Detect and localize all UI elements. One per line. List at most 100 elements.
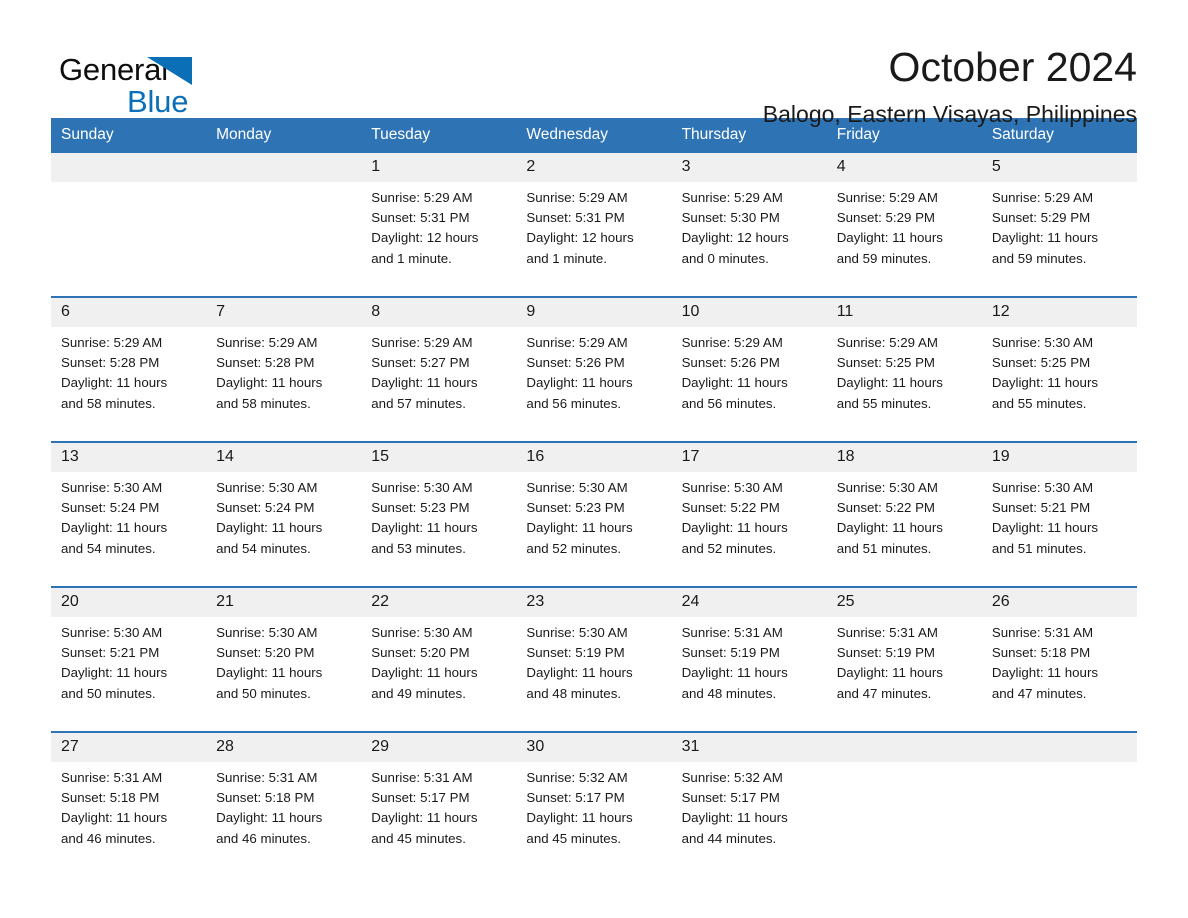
day-number[interactable]: 20: [51, 586, 207, 617]
day-number: [826, 731, 982, 762]
day-number[interactable]: 26: [981, 586, 1137, 617]
sunrise-text: Sunrise: 5:30 AM: [371, 625, 473, 640]
sunset-text: Sunset: 5:29 PM: [991, 210, 1091, 226]
day-cell[interactable]: Sunrise: 5:31 AM Sunset: 5:17 PM Dayligh…: [361, 762, 517, 876]
day-number[interactable]: 11: [826, 296, 982, 327]
sunrise-text: Sunrise: 5:30 AM: [526, 480, 628, 495]
sunset-text: Sunset: 5:30 PM: [681, 210, 780, 226]
day-cell[interactable]: Sunrise: 5:30 AM Sunset: 5:20 PM Dayligh…: [206, 617, 362, 732]
sunrise-text: Sunrise: 5:30 AM: [61, 480, 163, 495]
day-number[interactable]: 21: [206, 586, 362, 617]
sunset-text: Sunset: 5:19 PM: [526, 645, 625, 661]
sunset-text: Sunset: 5:29 PM: [836, 210, 936, 226]
day-number[interactable]: 9: [516, 296, 672, 327]
daylight-text-line2: and 58 minutes.: [216, 395, 311, 411]
day-number[interactable]: 30: [516, 731, 672, 762]
daylight-text-line1: Daylight: 11 hours: [526, 810, 633, 826]
day-cell[interactable]: Sunrise: 5:30 AM Sunset: 5:24 PM Dayligh…: [206, 472, 362, 587]
day-number[interactable]: 8: [361, 296, 517, 327]
daylight-text-line1: Daylight: 11 hours: [681, 665, 788, 681]
day-number[interactable]: 27: [51, 731, 207, 762]
day-cell[interactable]: Sunrise: 5:29 AM Sunset: 5:30 PM Dayligh…: [671, 182, 827, 297]
day-cell[interactable]: Sunrise: 5:30 AM Sunset: 5:19 PM Dayligh…: [516, 617, 672, 732]
sunrise-text: Sunrise: 5:30 AM: [836, 480, 938, 495]
day-number[interactable]: 5: [981, 153, 1137, 182]
day-cell[interactable]: Sunrise: 5:30 AM Sunset: 5:21 PM Dayligh…: [51, 617, 207, 732]
day-cell[interactable]: Sunrise: 5:29 AM Sunset: 5:26 PM Dayligh…: [671, 327, 827, 442]
day-number: [51, 153, 207, 182]
sunrise-text: Sunrise: 5:29 AM: [526, 190, 628, 205]
day-number[interactable]: 25: [826, 586, 982, 617]
day-cell[interactable]: Sunrise: 5:31 AM Sunset: 5:18 PM Dayligh…: [981, 617, 1137, 732]
sunrise-text: Sunrise: 5:29 AM: [836, 190, 938, 205]
day-number[interactable]: 18: [826, 441, 982, 472]
sunset-text: Sunset: 5:21 PM: [61, 645, 160, 661]
day-number[interactable]: 14: [206, 441, 362, 472]
day-cell[interactable]: Sunrise: 5:31 AM Sunset: 5:19 PM Dayligh…: [826, 617, 982, 732]
day-cell[interactable]: Sunrise: 5:29 AM Sunset: 5:27 PM Dayligh…: [361, 327, 517, 442]
day-number[interactable]: 3: [671, 153, 827, 182]
day-cell[interactable]: Sunrise: 5:30 AM Sunset: 5:20 PM Dayligh…: [361, 617, 517, 732]
daylight-text-line2: and 1 minute.: [371, 250, 452, 266]
day-cell[interactable]: Sunrise: 5:31 AM Sunset: 5:18 PM Dayligh…: [206, 762, 362, 876]
daylight-text-line2: and 49 minutes.: [371, 685, 466, 701]
day-cell[interactable]: Sunrise: 5:29 AM Sunset: 5:29 PM Dayligh…: [826, 182, 982, 297]
day-number[interactable]: 17: [671, 441, 827, 472]
day-number[interactable]: 2: [516, 153, 672, 182]
day-number[interactable]: 4: [826, 153, 982, 182]
day-cell[interactable]: Sunrise: 5:29 AM Sunset: 5:25 PM Dayligh…: [826, 327, 982, 442]
page-title: October 2024: [888, 44, 1137, 90]
day-number[interactable]: 7: [206, 296, 362, 327]
daylight-text-line2: and 48 minutes.: [526, 685, 622, 701]
day-cell[interactable]: Sunrise: 5:29 AM Sunset: 5:29 PM Dayligh…: [981, 182, 1137, 297]
day-number[interactable]: 13: [51, 441, 207, 472]
day-cell[interactable]: Sunrise: 5:29 AM Sunset: 5:28 PM Dayligh…: [206, 327, 362, 442]
day-number[interactable]: 1: [361, 153, 517, 182]
day-number[interactable]: 6: [51, 296, 207, 327]
daylight-text-line1: Daylight: 11 hours: [371, 520, 478, 536]
day-number[interactable]: 22: [361, 586, 517, 617]
sunrise-text: Sunrise: 5:31 AM: [681, 625, 783, 640]
daylight-text-line1: Daylight: 12 hours: [681, 230, 789, 246]
day-cell-empty: [51, 182, 207, 297]
day-cell[interactable]: Sunrise: 5:29 AM Sunset: 5:31 PM Dayligh…: [516, 182, 672, 297]
daylight-text-line1: Daylight: 11 hours: [836, 230, 943, 246]
daylight-text-line1: Daylight: 11 hours: [61, 665, 168, 681]
day-cell[interactable]: Sunrise: 5:32 AM Sunset: 5:17 PM Dayligh…: [516, 762, 672, 876]
day-cell[interactable]: Sunrise: 5:30 AM Sunset: 5:23 PM Dayligh…: [361, 472, 517, 587]
location-subtitle: Balogo, Eastern Visayas, Philippines: [762, 101, 1137, 128]
day-cell[interactable]: Sunrise: 5:30 AM Sunset: 5:22 PM Dayligh…: [671, 472, 827, 587]
calendar-body: 1 2 3 4 5 Sunrise: 5:29 AM Sunset: 5:31 …: [51, 153, 1137, 876]
day-cell[interactable]: Sunrise: 5:32 AM Sunset: 5:17 PM Dayligh…: [671, 762, 827, 876]
day-number[interactable]: 31: [671, 731, 827, 762]
day-cell[interactable]: Sunrise: 5:31 AM Sunset: 5:19 PM Dayligh…: [671, 617, 827, 732]
day-number[interactable]: 16: [516, 441, 672, 472]
day-cell[interactable]: Sunrise: 5:29 AM Sunset: 5:26 PM Dayligh…: [516, 327, 672, 442]
day-number[interactable]: 23: [516, 586, 672, 617]
day-number[interactable]: 24: [671, 586, 827, 617]
day-number[interactable]: 28: [206, 731, 362, 762]
day-cell[interactable]: Sunrise: 5:29 AM Sunset: 5:31 PM Dayligh…: [361, 182, 517, 297]
sunrise-text: Sunrise: 5:29 AM: [991, 190, 1094, 205]
day-cell[interactable]: Sunrise: 5:29 AM Sunset: 5:28 PM Dayligh…: [51, 327, 207, 442]
day-number[interactable]: 12: [981, 296, 1137, 327]
day-number[interactable]: 29: [361, 731, 517, 762]
sunrise-text: Sunrise: 5:29 AM: [371, 335, 473, 350]
day-cell[interactable]: Sunrise: 5:30 AM Sunset: 5:22 PM Dayligh…: [826, 472, 982, 587]
day-cell[interactable]: Sunrise: 5:30 AM Sunset: 5:24 PM Dayligh…: [51, 472, 207, 587]
day-number[interactable]: 15: [361, 441, 517, 472]
daylight-text-line2: and 54 minutes.: [216, 540, 311, 556]
daylight-text-line2: and 50 minutes.: [216, 685, 311, 701]
day-cell[interactable]: Sunrise: 5:30 AM Sunset: 5:23 PM Dayligh…: [516, 472, 672, 587]
sunset-text: Sunset: 5:22 PM: [681, 500, 780, 516]
sunrise-text: Sunrise: 5:30 AM: [991, 480, 1094, 495]
daylight-text-line2: and 57 minutes.: [371, 395, 466, 411]
week-detail-row: Sunrise: 5:30 AM Sunset: 5:24 PM Dayligh…: [51, 472, 1137, 587]
day-cell[interactable]: Sunrise: 5:31 AM Sunset: 5:18 PM Dayligh…: [51, 762, 207, 876]
day-cell[interactable]: Sunrise: 5:30 AM Sunset: 5:21 PM Dayligh…: [981, 472, 1137, 587]
day-cell[interactable]: Sunrise: 5:30 AM Sunset: 5:25 PM Dayligh…: [981, 327, 1137, 442]
page-header: General Blue October 2024 Balogo, Easter…: [51, 0, 1137, 126]
day-number[interactable]: 19: [981, 441, 1137, 472]
daylight-text-line1: Daylight: 11 hours: [526, 665, 633, 681]
day-number[interactable]: 10: [671, 296, 827, 327]
